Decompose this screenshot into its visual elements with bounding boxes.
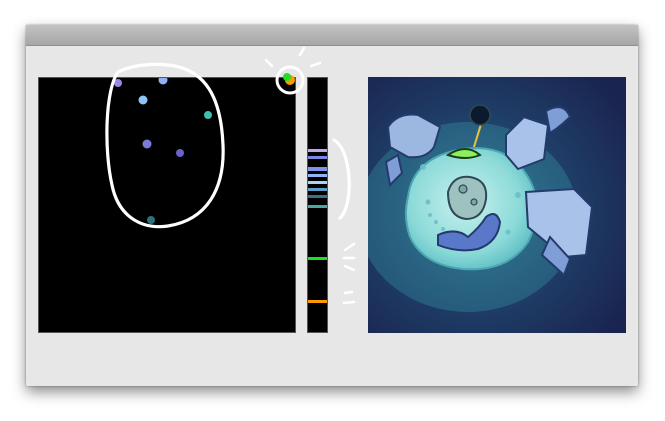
palette-swatch[interactable] <box>303 156 333 159</box>
color-point[interactable] <box>204 111 212 119</box>
palette-swatch[interactable] <box>303 195 333 198</box>
palette-swatch[interactable] <box>303 181 333 184</box>
palette-swatch[interactable] <box>303 205 333 208</box>
palette-swatch[interactable] <box>303 174 333 177</box>
color-point[interactable] <box>142 139 152 149</box>
app-window <box>26 25 638 386</box>
preview-image <box>368 77 626 333</box>
palette-strip[interactable] <box>303 77 339 333</box>
color-point[interactable] <box>158 75 168 85</box>
scatter-layer <box>114 75 212 224</box>
color-point[interactable] <box>147 216 155 224</box>
color-point[interactable] <box>138 95 148 105</box>
color-point[interactable] <box>114 79 122 87</box>
palette-swatch[interactable] <box>303 167 333 171</box>
palette-swatch[interactable] <box>303 300 339 303</box>
palette-swatch[interactable] <box>303 188 333 191</box>
palette-swatches <box>303 149 339 303</box>
planet-illustration <box>368 77 626 333</box>
color-point[interactable] <box>176 149 184 157</box>
palette-swatch[interactable] <box>303 257 339 260</box>
palette-swatch[interactable] <box>303 149 333 152</box>
window-titlebar[interactable] <box>26 25 638 46</box>
color-canvas[interactable] <box>38 75 296 333</box>
